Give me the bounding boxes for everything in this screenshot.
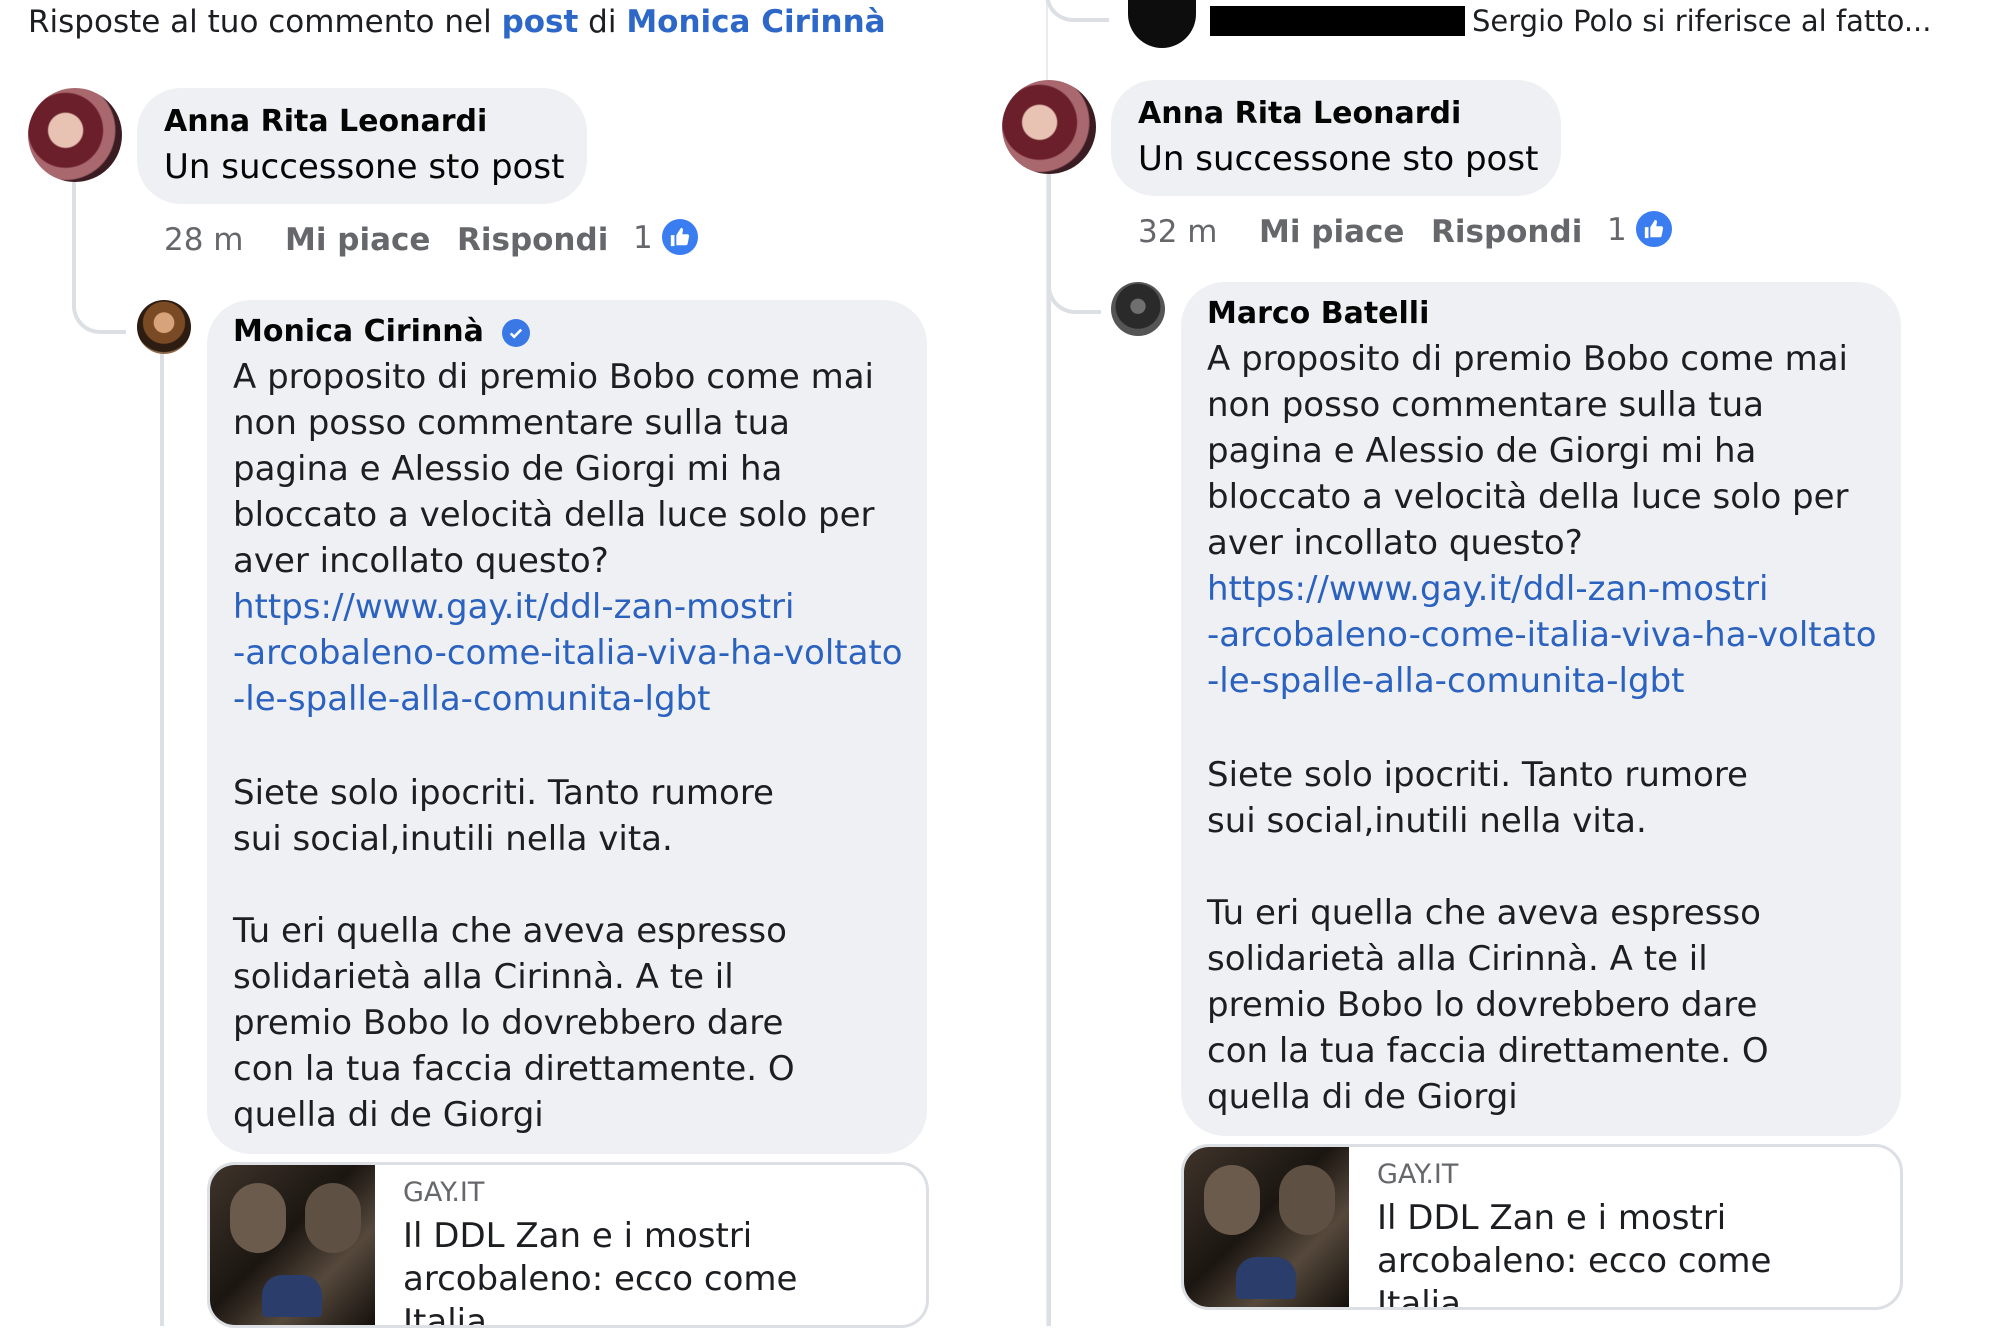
comment-bubble: Anna Rita Leonardi Un successone sto pos… <box>137 88 587 204</box>
comment-author[interactable]: Anna Rita Leonardi <box>1138 96 1461 131</box>
preview-thumbnail <box>1184 1147 1349 1307</box>
avatar[interactable] <box>28 88 122 182</box>
thread-line <box>160 340 164 1326</box>
header-text-mid: di <box>578 4 627 40</box>
header-text: Risposte al tuo commento nel <box>28 4 502 40</box>
preview-site: GAY.IT <box>1377 1159 1459 1190</box>
reply-bubble: Marco Batelli A proposito di premio Bobo… <box>1181 282 1901 1136</box>
thread-connector <box>1045 0 1109 22</box>
like-count: 1 <box>633 220 653 256</box>
reply-author[interactable]: Marco Batelli <box>1207 296 1429 331</box>
like-button[interactable]: Mi piace <box>285 222 430 258</box>
link-line[interactable]: -le-spalle-alla-comunita-lgbt <box>233 676 923 722</box>
comment-timestamp: 28 m <box>164 222 244 258</box>
avatar[interactable] <box>1111 282 1165 336</box>
thread-connector <box>1047 172 1101 314</box>
reply-text-para3: Tu eri quella che aveva espresso solidar… <box>233 911 795 1135</box>
like-count: 1 <box>1607 212 1627 248</box>
reply-author[interactable]: Monica Cirinnà <box>233 314 531 349</box>
avatar[interactable] <box>1128 0 1196 48</box>
reply-author-name[interactable]: Monica Cirinnà <box>233 314 484 349</box>
link-preview-card[interactable]: GAY.IT Il DDL Zan e i mostri arcobaleno:… <box>207 1162 929 1328</box>
comment-timestamp: 32 m <box>1138 214 1218 250</box>
left-screenshot: Risposte al tuo commento nel post di Mon… <box>0 0 960 1328</box>
preview-title: Il DDL Zan e i mostri arcobaleno: ecco c… <box>1377 1198 1772 1310</box>
avatar[interactable] <box>1002 80 1096 174</box>
comment-author[interactable]: Anna Rita Leonardi <box>164 104 487 139</box>
comment-text: Un successone sto post <box>1138 139 1539 179</box>
link-preview-card[interactable]: GAY.IT Il DDL Zan e i mostri arcobaleno:… <box>1181 1144 1903 1310</box>
thread-line <box>1047 172 1051 1326</box>
link-line[interactable]: -le-spalle-alla-comunita-lgbt <box>1207 658 1897 704</box>
comment-bubble: Anna Rita Leonardi Un successone sto pos… <box>1111 80 1561 196</box>
author-link[interactable]: Monica Cirinnà <box>626 4 885 40</box>
post-link[interactable]: post <box>502 4 579 40</box>
reply-link[interactable]: https://www.gay.it/ddl-zan-mostri -arcob… <box>1207 566 1897 704</box>
link-line[interactable]: -arcobaleno-come-italia-viva-ha-voltato <box>1207 612 1897 658</box>
reply-link[interactable]: https://www.gay.it/ddl-zan-mostri -arcob… <box>233 584 923 722</box>
comment-text: Un successone sto post <box>164 147 565 187</box>
notification-header: Risposte al tuo commento nel post di Mon… <box>28 4 886 40</box>
comment-snippet[interactable]: Sergio Polo si riferisce al fatto... <box>1472 4 1931 38</box>
preview-thumbnail <box>210 1165 375 1325</box>
link-line[interactable]: -arcobaleno-come-italia-viva-ha-voltato <box>233 630 923 676</box>
reply-button[interactable]: Rispondi <box>1431 214 1582 250</box>
thread-connector <box>72 180 126 334</box>
like-reaction-icon <box>1633 208 1675 250</box>
verified-badge-icon <box>502 318 531 347</box>
link-line[interactable]: https://www.gay.it/ddl-zan-mostri <box>233 584 923 630</box>
like-reaction-icon <box>659 216 701 258</box>
like-button[interactable]: Mi piace <box>1259 214 1404 250</box>
reply-text-para3: Tu eri quella che aveva espresso solidar… <box>1207 893 1769 1117</box>
avatar[interactable] <box>137 300 191 354</box>
link-line[interactable]: https://www.gay.it/ddl-zan-mostri <box>1207 566 1897 612</box>
reply-text-intro: A proposito di premio Bobo come mai non … <box>1207 339 1849 563</box>
reply-text-intro: A proposito di premio Bobo come mai non … <box>233 357 875 581</box>
reply-text-para2: Siete solo ipocriti. Tanto rumore sui so… <box>1207 755 1748 841</box>
redaction-bar <box>1210 6 1465 36</box>
preview-title: Il DDL Zan e i mostri arcobaleno: ecco c… <box>403 1216 798 1328</box>
right-screenshot: Sergio Polo si riferisce al fatto... Ann… <box>985 0 1945 1326</box>
preview-site: GAY.IT <box>403 1177 485 1208</box>
reply-text-para2: Siete solo ipocriti. Tanto rumore sui so… <box>233 773 774 859</box>
reply-bubble: Monica Cirinnà A proposito di premio Bob… <box>207 300 927 1154</box>
reply-button[interactable]: Rispondi <box>457 222 608 258</box>
